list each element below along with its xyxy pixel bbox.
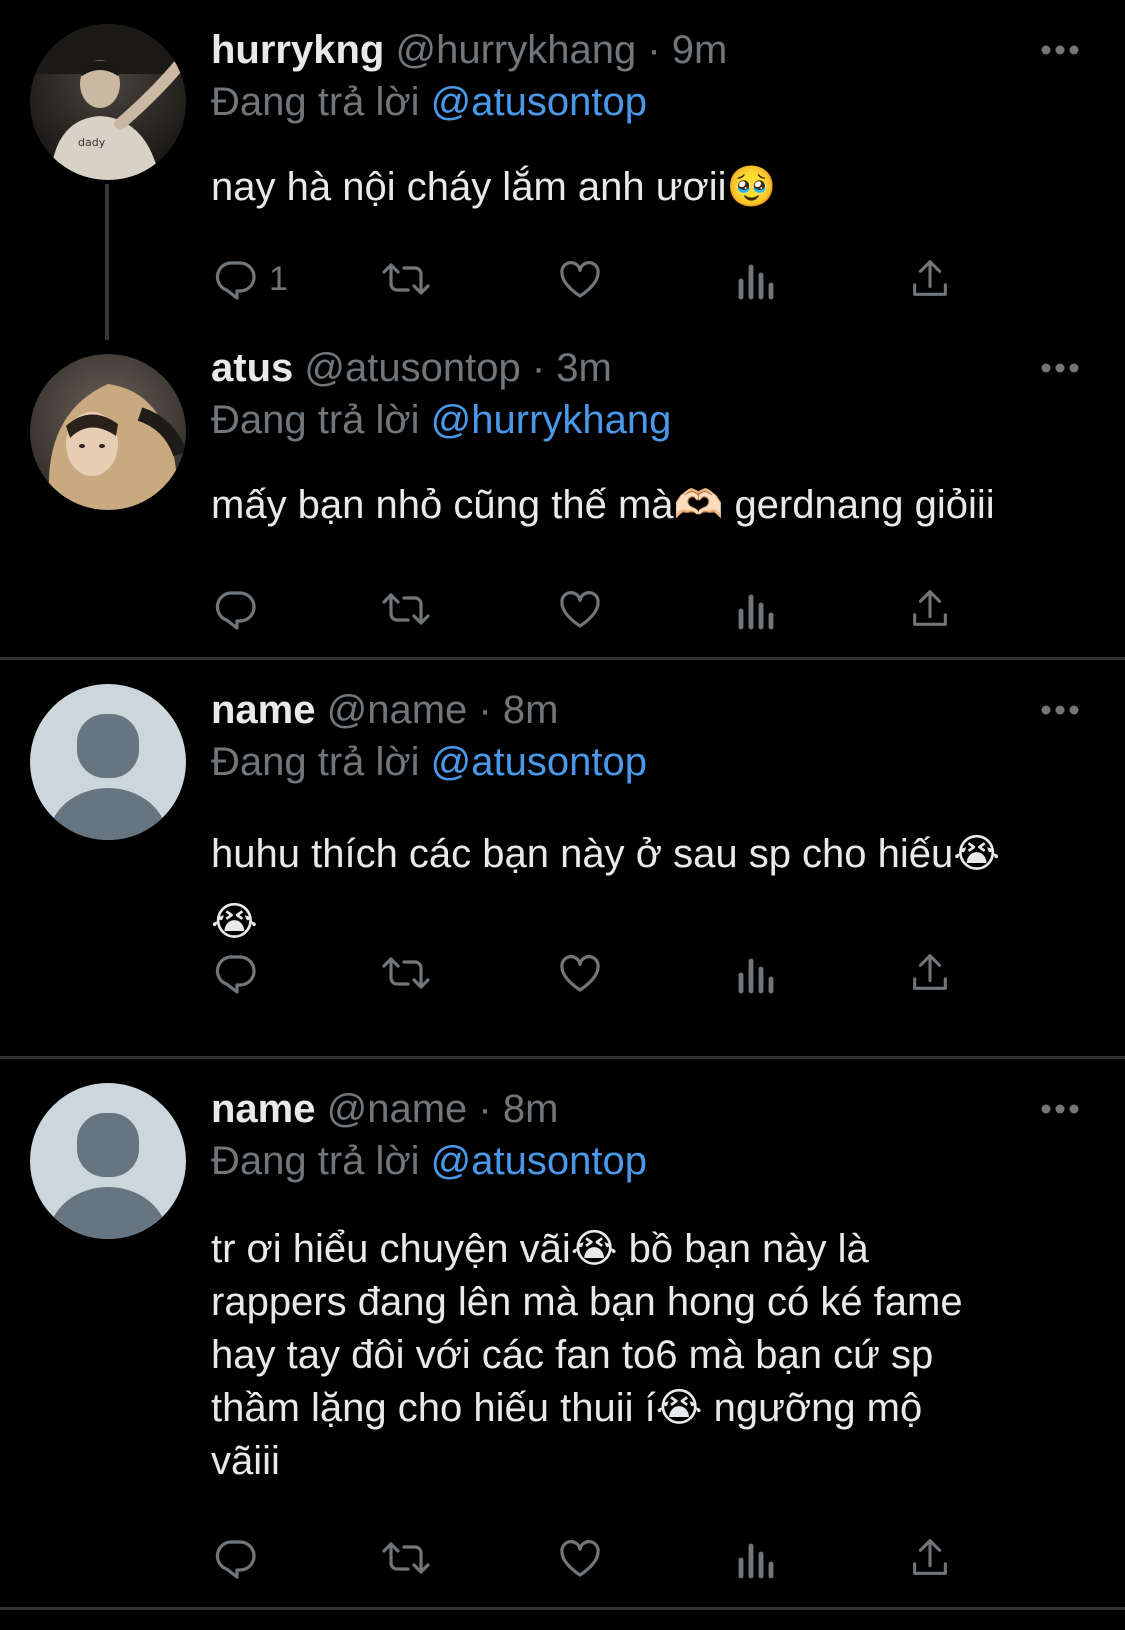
like-button[interactable]: [555, 1533, 605, 1583]
reply-icon: [215, 955, 256, 994]
more-icon[interactable]: [1040, 1103, 1080, 1115]
share-button[interactable]: [907, 1533, 953, 1583]
tweet-header: hurrykng @hurrykhang · 9m: [211, 26, 727, 74]
reply-button[interactable]: [211, 1533, 269, 1583]
views-button[interactable]: [735, 584, 779, 634]
heart-icon: [560, 955, 600, 992]
retweet-button[interactable]: [377, 254, 435, 304]
avatar[interactable]: [30, 354, 186, 510]
timestamp[interactable]: 8m: [503, 688, 559, 732]
tweet-text: tr ơi hiểu chuyện vãi😭 bồ bạn này là rap…: [211, 1227, 963, 1483]
tweet-text: nay hà nội cháy lắm anh ươii🥹: [211, 165, 777, 209]
action-bar: [211, 584, 1011, 634]
like-button[interactable]: [555, 254, 605, 304]
display-name[interactable]: hurrykng: [211, 28, 384, 72]
views-button[interactable]: [735, 948, 779, 998]
retweet-button[interactable]: [377, 584, 435, 634]
reply-button[interactable]: [211, 948, 269, 998]
retweet-icon: [382, 1542, 430, 1574]
more-icon[interactable]: [1040, 362, 1080, 374]
replying-to: Đang trả lời @hurrykhang: [211, 396, 671, 444]
handle[interactable]: @name: [327, 688, 468, 732]
retweet-icon: [382, 957, 430, 989]
mention-link[interactable]: @atusontop: [431, 740, 647, 784]
display-name[interactable]: name: [211, 688, 316, 732]
tweet-text: huhu thích các bạn này ở sau sp cho hiếu…: [211, 832, 1001, 944]
svg-text:dady: dady: [78, 136, 106, 149]
retweet-icon: [382, 593, 430, 625]
retweet-button[interactable]: [377, 948, 435, 998]
tweet-header: name @name · 8m: [211, 686, 558, 734]
default-avatar[interactable]: [30, 1083, 186, 1239]
display-name[interactable]: name: [211, 1087, 316, 1131]
reply-icon: [215, 261, 256, 300]
share-icon: [913, 954, 947, 990]
replying-prefix: Đang trả lời: [211, 80, 420, 124]
action-bar: [211, 1533, 1011, 1583]
thread-line: [105, 184, 109, 340]
handle[interactable]: @name: [327, 1087, 468, 1131]
share-icon: [913, 1539, 947, 1575]
mention-link[interactable]: @atusontop: [431, 1139, 647, 1183]
handle[interactable]: @atusontop: [304, 346, 520, 390]
like-button[interactable]: [555, 948, 605, 998]
mention-link[interactable]: @atusontop: [431, 80, 647, 124]
timestamp[interactable]: 8m: [503, 1087, 559, 1131]
separator-dot: ·: [531, 346, 546, 390]
heart-icon: [560, 591, 600, 628]
replying-to: Đang trả lời @atusontop: [211, 738, 647, 786]
separator-dot: ·: [647, 28, 661, 72]
avatar[interactable]: dady: [30, 24, 186, 180]
replying-prefix: Đang trả lời: [211, 740, 420, 784]
heart-icon: [560, 1540, 600, 1577]
default-avatar[interactable]: [30, 684, 186, 840]
reply-button[interactable]: 1: [211, 254, 288, 304]
views-icon: [738, 264, 774, 300]
retweet-button[interactable]: [377, 1533, 435, 1583]
share-icon: [913, 590, 947, 626]
retweet-icon: [382, 263, 430, 295]
reply-icon: [215, 1540, 256, 1579]
like-button[interactable]: [555, 584, 605, 634]
mention-link[interactable]: @hurrykhang: [431, 398, 672, 442]
timestamp[interactable]: 3m: [556, 346, 612, 390]
handle[interactable]: @hurrykhang: [395, 28, 636, 72]
views-icon: [738, 958, 774, 994]
tweet-header: name @name · 8m: [211, 1085, 558, 1133]
tweet[interactable]: atus @atusontop · 3m Đang trả lời @hurry…: [0, 340, 1125, 658]
tweet[interactable]: dady hurrykng @hurrykhang · 9m Đang trả …: [0, 0, 1125, 340]
timestamp[interactable]: 9m: [672, 28, 728, 72]
display-name[interactable]: atus: [211, 346, 293, 390]
tweet-text: mấy bạn nhỏ cũng thế mà🫶🏻 gerdnang giỏii…: [211, 483, 995, 527]
tweet-header: atus @atusontop · 3m: [211, 344, 612, 392]
replying-prefix: Đang trả lời: [211, 1139, 420, 1183]
reply-count: 1: [269, 259, 288, 298]
heart-icon: [560, 261, 600, 298]
replying-to: Đang trả lời @atusontop: [211, 1137, 647, 1185]
separator-dot: ·: [478, 1087, 492, 1131]
share-icon: [913, 260, 947, 296]
replying-to: Đang trả lời @atusontop: [211, 78, 647, 126]
share-button[interactable]: [907, 948, 953, 998]
separator-dot: ·: [478, 688, 492, 732]
views-button[interactable]: [735, 254, 779, 304]
views-icon: [738, 594, 774, 630]
reply-icon: [215, 591, 256, 630]
tweet[interactable]: name @name · 8m Đang trả lời @atusontop …: [0, 660, 1125, 1056]
replying-prefix: Đang trả lời: [211, 398, 420, 442]
share-button[interactable]: [907, 584, 953, 634]
tweet-divider: [0, 1607, 1125, 1610]
action-bar: 1: [211, 254, 1011, 304]
action-bar: [211, 948, 1011, 998]
reply-button[interactable]: [211, 584, 269, 634]
views-button[interactable]: [735, 1533, 779, 1583]
more-icon[interactable]: [1040, 44, 1080, 56]
more-icon[interactable]: [1040, 704, 1080, 716]
views-icon: [738, 1543, 774, 1579]
tweet[interactable]: name @name · 8m Đang trả lời @atusontop …: [0, 1059, 1125, 1607]
share-button[interactable]: [907, 254, 953, 304]
